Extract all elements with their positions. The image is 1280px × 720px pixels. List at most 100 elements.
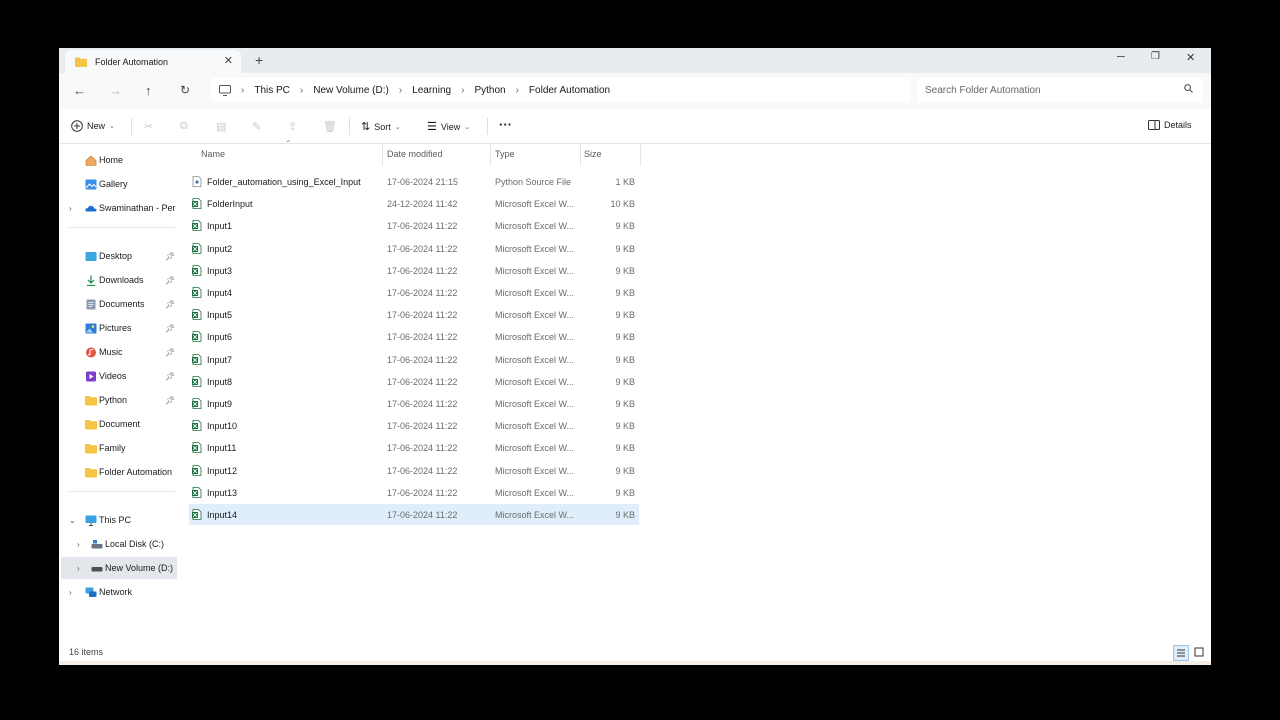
tiles-view-toggle[interactable] <box>1192 645 1208 661</box>
chevron-right-icon[interactable]: › <box>69 588 72 597</box>
column-header-type[interactable]: Type <box>495 149 515 159</box>
sidebar-item-family[interactable]: Family <box>61 437 177 459</box>
file-row[interactable]: Input13 17-06-2024 11:22 Microsoft Excel W… <box>189 482 639 503</box>
taskbar-edge <box>59 661 1211 665</box>
details-button[interactable]: Details <box>1148 120 1192 130</box>
column-header-size[interactable]: Size <box>584 149 602 159</box>
delete-icon[interactable]: 🗑︎ <box>323 120 337 133</box>
chevron-down-icon[interactable]: ⌄ <box>69 516 76 525</box>
file-row[interactable]: Input4 17-06-2024 11:22 Microsoft Excel W.… <box>189 282 639 303</box>
crumb-new-volume[interactable]: New Volume (D:) <box>313 85 389 96</box>
file-row[interactable]: Input11 17-06-2024 11:22 Microsoft Excel W… <box>189 437 639 458</box>
tab-folder-automation[interactable]: Folder Automation ✕ <box>65 50 241 73</box>
close-tab-icon[interactable]: ✕ <box>224 54 233 67</box>
pin-icon[interactable]: 📌︎ <box>165 372 175 381</box>
sidebar-item-onedrive[interactable]: › Swaminathan - Personal <box>61 197 177 219</box>
new-tab-icon[interactable]: + <box>255 52 263 68</box>
sidebar-item-new-volume-d[interactable]: › New Volume (D:) <box>61 557 177 579</box>
chevron-right-icon[interactable]: › <box>77 540 80 549</box>
crumb-python[interactable]: Python <box>474 85 505 96</box>
address-bar: ← → ↑ ↻ › This PC › New Volume (D:) › Le… <box>59 73 1211 109</box>
file-row[interactable]: Input6 17-06-2024 11:22 Microsoft Excel W.… <box>189 326 639 347</box>
file-type: Microsoft Excel W... <box>495 310 575 321</box>
home-icon <box>85 155 97 166</box>
pin-icon[interactable]: 📌︎ <box>165 396 175 405</box>
sidebar-item-label: Videos <box>99 371 127 381</box>
pin-icon[interactable]: 📌︎ <box>165 276 175 285</box>
refresh-icon[interactable]: ↻ <box>180 83 190 97</box>
sidebar-item-local-disk-c[interactable]: › Local Disk (C:) <box>61 533 177 555</box>
restore-icon[interactable]: ❐ <box>1151 51 1160 62</box>
sidebar-item-pictures[interactable]: Pictures 📌︎ <box>61 317 177 339</box>
drive-icon <box>91 566 103 571</box>
excel-file-icon <box>192 420 202 432</box>
file-row[interactable]: Input9 17-06-2024 11:22 Microsoft Excel W.… <box>189 393 639 414</box>
file-row[interactable]: Input12 17-06-2024 11:22 Microsoft Excel W… <box>189 460 639 481</box>
file-row[interactable]: Folder_automation_using_Excel_Input 17-06… <box>189 171 639 192</box>
file-name: Input2 <box>207 243 233 254</box>
sidebar-item-music[interactable]: Music 📌︎ <box>61 341 177 363</box>
navigation-pane: Home Gallery › Swaminathan - Personal De… <box>59 144 177 644</box>
chevron-right-icon[interactable]: › <box>77 564 80 573</box>
sidebar-item-desktop[interactable]: Desktop 📌︎ <box>61 245 177 267</box>
breadcrumb[interactable]: › This PC › New Volume (D:) › Learning ›… <box>211 78 911 103</box>
pin-icon[interactable]: 📌︎ <box>165 324 175 333</box>
excel-file-icon <box>192 220 202 232</box>
crumb-folder-automation[interactable]: Folder Automation <box>529 85 610 96</box>
cut-icon[interactable]: ✂ <box>144 120 153 133</box>
more-options-icon[interactable]: ··· <box>499 117 512 132</box>
sidebar-item-documents[interactable]: Documents 📌︎ <box>61 293 177 315</box>
copy-icon[interactable]: ⧉ <box>180 120 188 133</box>
file-name: Input14 <box>207 510 238 520</box>
file-name: Input10 <box>207 421 238 432</box>
paste-icon[interactable]: ▤ <box>216 120 226 133</box>
item-count: 16 items <box>69 647 104 657</box>
sidebar-item-network[interactable]: › Network <box>61 581 177 603</box>
forward-arrow-icon[interactable]: → <box>109 83 122 98</box>
chevron-right-icon: › <box>461 85 465 96</box>
sidebar-item-this-pc[interactable]: ⌄ This PC <box>61 509 177 531</box>
file-row[interactable]: Input14 17-06-2024 11:22 Microsoft Excel W… <box>189 504 639 525</box>
column-header-date[interactable]: Date modified <box>387 149 443 159</box>
sidebar-item-downloads[interactable]: Downloads 📌︎ <box>61 269 177 291</box>
crumb-learning[interactable]: Learning <box>412 85 451 96</box>
column-divider[interactable] <box>580 144 581 166</box>
file-row[interactable]: FolderInput 24-12-2024 11:42 Microsoft Exc… <box>189 193 639 214</box>
file-row[interactable]: Input10 17-06-2024 11:22 Microsoft Excel W… <box>189 415 639 436</box>
sidebar-item-home[interactable]: Home <box>61 149 177 171</box>
sidebar-item-videos[interactable]: Videos 📌︎ <box>61 365 177 387</box>
file-row[interactable]: Input8 17-06-2024 11:22 Microsoft Excel W.… <box>189 371 639 392</box>
pin-icon[interactable]: 📌︎ <box>165 348 175 357</box>
new-button[interactable]: New ⌄ <box>71 120 115 132</box>
column-divider[interactable] <box>490 144 491 166</box>
file-row[interactable]: Input5 17-06-2024 11:22 Microsoft Excel W.… <box>189 304 639 325</box>
column-divider[interactable] <box>640 144 641 166</box>
sidebar-item-python[interactable]: Python 📌︎ <box>61 389 177 411</box>
back-arrow-icon[interactable]: ← <box>73 83 86 98</box>
minimize-icon[interactable]: ─ <box>1117 51 1125 63</box>
file-row[interactable]: Input3 17-06-2024 11:22 Microsoft Excel W.… <box>189 260 639 281</box>
pin-icon[interactable]: 📌︎ <box>165 252 175 261</box>
excel-file-icon <box>192 375 202 387</box>
view-button[interactable]: ☰ View ⌄ <box>427 120 470 133</box>
pin-icon[interactable]: 📌︎ <box>165 300 175 309</box>
details-view-toggle[interactable] <box>1173 645 1189 661</box>
share-icon[interactable]: ⇪ <box>288 120 297 133</box>
sidebar-item-document[interactable]: Document <box>61 413 177 435</box>
up-arrow-icon[interactable]: ↑ <box>145 83 152 98</box>
sidebar-item-folder-automation[interactable]: Folder Automation <box>61 461 177 483</box>
crumb-this-pc[interactable]: This PC <box>254 85 290 96</box>
sort-button[interactable]: ⇅ Sort ⌄ <box>361 120 401 133</box>
column-header-name[interactable]: Name <box>201 149 225 159</box>
search-input[interactable]: Search Folder Automation <box>917 78 1203 103</box>
close-window-icon[interactable]: ✕ <box>1186 51 1195 64</box>
rename-icon[interactable]: ✎ <box>252 120 261 133</box>
file-row[interactable]: Input1 17-06-2024 11:22 Microsoft Excel W.… <box>189 215 639 236</box>
file-row[interactable]: Input7 17-06-2024 11:22 Microsoft Excel W.… <box>189 349 639 370</box>
chevron-right-icon: › <box>398 85 403 96</box>
file-type: Microsoft Excel W... <box>495 443 575 454</box>
chevron-right-icon[interactable]: › <box>69 204 72 213</box>
file-row[interactable]: Input2 17-06-2024 11:22 Microsoft Excel W.… <box>189 238 639 259</box>
column-divider[interactable] <box>382 144 383 166</box>
sidebar-item-gallery[interactable]: Gallery <box>61 173 177 195</box>
